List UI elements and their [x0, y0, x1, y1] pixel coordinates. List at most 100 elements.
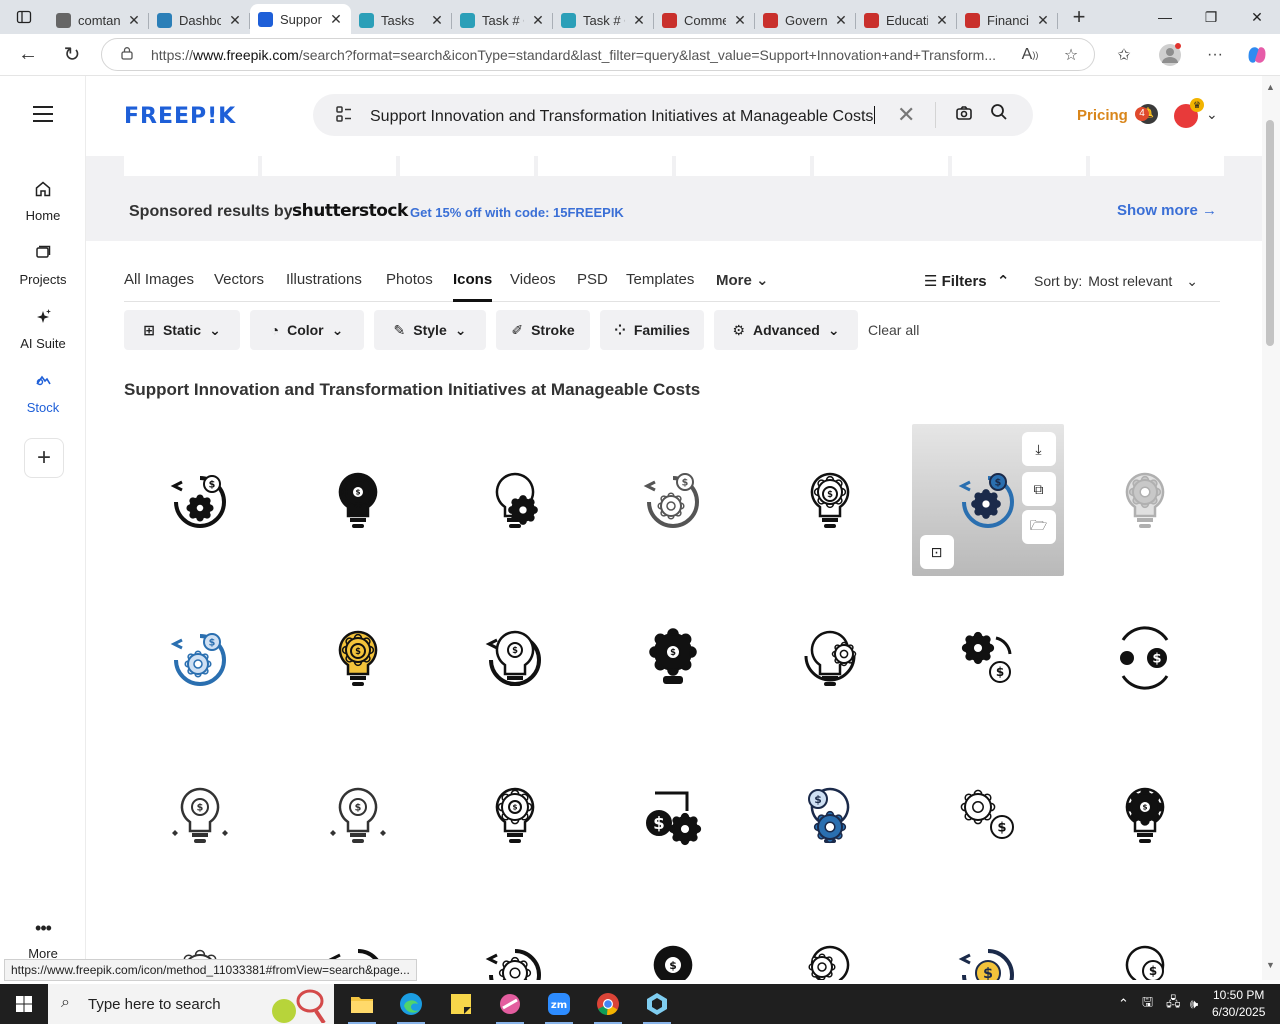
icon-result-card[interactable]: $	[597, 582, 749, 734]
favorite-star-icon[interactable]: ☆	[1054, 38, 1088, 71]
show-more-link[interactable]: Show more →	[1117, 202, 1217, 219]
volume-icon[interactable]: 🕪	[1190, 984, 1198, 1024]
search-icon[interactable]	[990, 103, 1008, 126]
filter-advanced[interactable]: ⚙ Advanced ⌄	[714, 310, 858, 350]
edit-image-icon[interactable]: ⊡	[919, 535, 954, 569]
tab-templates[interactable]: Templates	[626, 271, 694, 288]
browser-tab[interactable]: Task # C ✕	[452, 6, 553, 34]
icon-result-card[interactable]: $	[282, 424, 434, 576]
edge-icon[interactable]	[387, 984, 435, 1024]
user-avatar[interactable]: ♛	[1174, 98, 1204, 128]
icon-result-card[interactable]: $	[1069, 739, 1221, 891]
rail-item-more[interactable]: ••• More	[0, 918, 86, 961]
icon-result-card[interactable]	[439, 424, 591, 576]
tab-actions-icon[interactable]	[0, 0, 48, 34]
restore-button[interactable]: ❐	[1188, 0, 1234, 34]
browser-tab[interactable]: Financi ✕	[957, 6, 1058, 34]
close-tab-icon[interactable]: ✕	[834, 12, 848, 29]
filters-toggle[interactable]: ☰ Filters ⌃	[924, 272, 1009, 290]
browser-tab[interactable]: Educati ✕	[856, 6, 957, 34]
clear-search-icon[interactable]: ✕	[897, 102, 915, 128]
icon-result-card[interactable]: $ ⤓ ⧉ 🗁 ⊡	[911, 424, 1064, 576]
icon-result-card[interactable]: $	[1069, 897, 1221, 980]
icon-result-card[interactable]: $	[912, 739, 1064, 891]
close-tab-icon[interactable]: ✕	[430, 12, 444, 29]
icon-result-card[interactable]: $	[912, 897, 1064, 980]
copy-icon[interactable]: ⧉	[1021, 472, 1056, 506]
tab-psd[interactable]: PSD	[577, 271, 608, 288]
add-button[interactable]: +	[24, 438, 64, 478]
filter-stroke[interactable]: ✐ Stroke	[496, 310, 590, 350]
more-options-icon[interactable]: ···	[1198, 38, 1232, 71]
refresh-button[interactable]: ↻	[54, 37, 90, 73]
icon-result-card[interactable]: $	[282, 582, 434, 734]
browser-tab[interactable]: Comme ✕	[654, 6, 755, 34]
icon-result-card[interactable]	[754, 582, 906, 734]
icon-result-card[interactable]: $	[597, 424, 749, 576]
icon-result-card[interactable]: $	[754, 739, 906, 891]
copilot-icon[interactable]	[1240, 38, 1274, 71]
promo-code[interactable]: Get 15% off with code: 15FREEPIK	[410, 205, 624, 220]
tab-more[interactable]: More ⌄	[716, 271, 769, 289]
zoom-icon[interactable]: zm	[535, 984, 583, 1024]
sponsored-thumb[interactable]	[1090, 156, 1224, 176]
taskbar-clock[interactable]: 10:50 PM 6/30/2025	[1212, 987, 1265, 1021]
sticky-notes-icon[interactable]	[437, 984, 485, 1024]
close-tab-icon[interactable]: ✕	[733, 12, 747, 29]
close-window-button[interactable]: ✕	[1234, 0, 1280, 34]
close-tab-icon[interactable]: ✕	[127, 12, 141, 29]
icon-result-card[interactable]: $	[439, 582, 591, 734]
search-options-icon[interactable]	[335, 105, 353, 128]
chrome-icon[interactable]	[584, 984, 632, 1024]
snipping-tool-icon[interactable]	[486, 984, 534, 1024]
tab-illustrations[interactable]: Illustrations	[286, 271, 362, 288]
icon-result-card[interactable]: $	[439, 739, 591, 891]
icon-result-card[interactable]: $	[754, 424, 906, 576]
pricing-link[interactable]: Pricing	[1077, 107, 1128, 124]
menu-icon[interactable]	[33, 106, 53, 122]
tab-vectors[interactable]: Vectors	[214, 271, 264, 288]
windows-start-icon[interactable]	[0, 984, 48, 1024]
save-to-folder-icon[interactable]: 🗁	[1021, 510, 1056, 544]
browser-tab[interactable]: Tasks ✕	[351, 6, 452, 34]
browser-tab[interactable]: Task # C ✕	[553, 6, 654, 34]
sponsored-thumb[interactable]	[952, 156, 1086, 176]
sponsored-thumb[interactable]	[538, 156, 672, 176]
tab-photos[interactable]: Photos	[386, 271, 433, 288]
tab-icons[interactable]: Icons	[453, 271, 493, 302]
file-explorer-icon[interactable]	[338, 984, 386, 1024]
icon-result-card[interactable]: $	[282, 739, 434, 891]
freepik-logo[interactable]: FREEP!K	[124, 104, 236, 129]
icon-result-card[interactable]	[754, 897, 906, 980]
taskbar-search[interactable]: ⌕ Type here to search	[48, 984, 334, 1025]
browser-tab[interactable]: Suppor ✕	[250, 4, 351, 34]
shutterstock-logo[interactable]: shutterstock	[292, 201, 408, 221]
new-tab-button[interactable]: +	[1062, 3, 1096, 31]
filter-static[interactable]: ⊞ Static ⌄	[124, 310, 240, 350]
app-icon[interactable]	[633, 984, 681, 1024]
close-tab-icon[interactable]: ✕	[329, 11, 343, 28]
filter-style[interactable]: ✎ Style ⌄	[374, 310, 486, 350]
url-field[interactable]: https://www.freepik.com/search?format=se…	[101, 38, 1095, 71]
sponsored-thumb[interactable]	[676, 156, 810, 176]
icon-result-card[interactable]	[1069, 424, 1221, 576]
sponsored-thumb[interactable]	[400, 156, 534, 176]
sponsored-thumb[interactable]	[124, 156, 258, 176]
close-tab-icon[interactable]: ✕	[1036, 12, 1050, 29]
scroll-up-icon[interactable]: ▲	[1266, 82, 1275, 92]
rail-item-stock[interactable]: Stock	[0, 372, 86, 415]
icon-result-card[interactable]	[439, 897, 591, 980]
browser-tab[interactable]: Govern ✕	[755, 6, 856, 34]
clear-all-link[interactable]: Clear all	[868, 322, 919, 338]
rail-item-home[interactable]: Home	[0, 180, 86, 223]
download-icon[interactable]: ⤓	[1021, 432, 1056, 466]
back-button[interactable]: ←	[10, 37, 46, 73]
show-hidden-icons[interactable]: ⌃	[1118, 984, 1129, 1024]
favorites-icon[interactable]: ✩	[1107, 38, 1141, 71]
tab-videos[interactable]: Videos	[510, 271, 556, 288]
page-scrollbar[interactable]: ▲ ▼	[1262, 76, 1280, 980]
read-aloud-icon[interactable]: A))	[1013, 38, 1047, 71]
icon-result-card[interactable]: $	[124, 582, 276, 734]
icon-result-card[interactable]: $	[912, 582, 1064, 734]
minimize-button[interactable]: —	[1142, 0, 1188, 34]
